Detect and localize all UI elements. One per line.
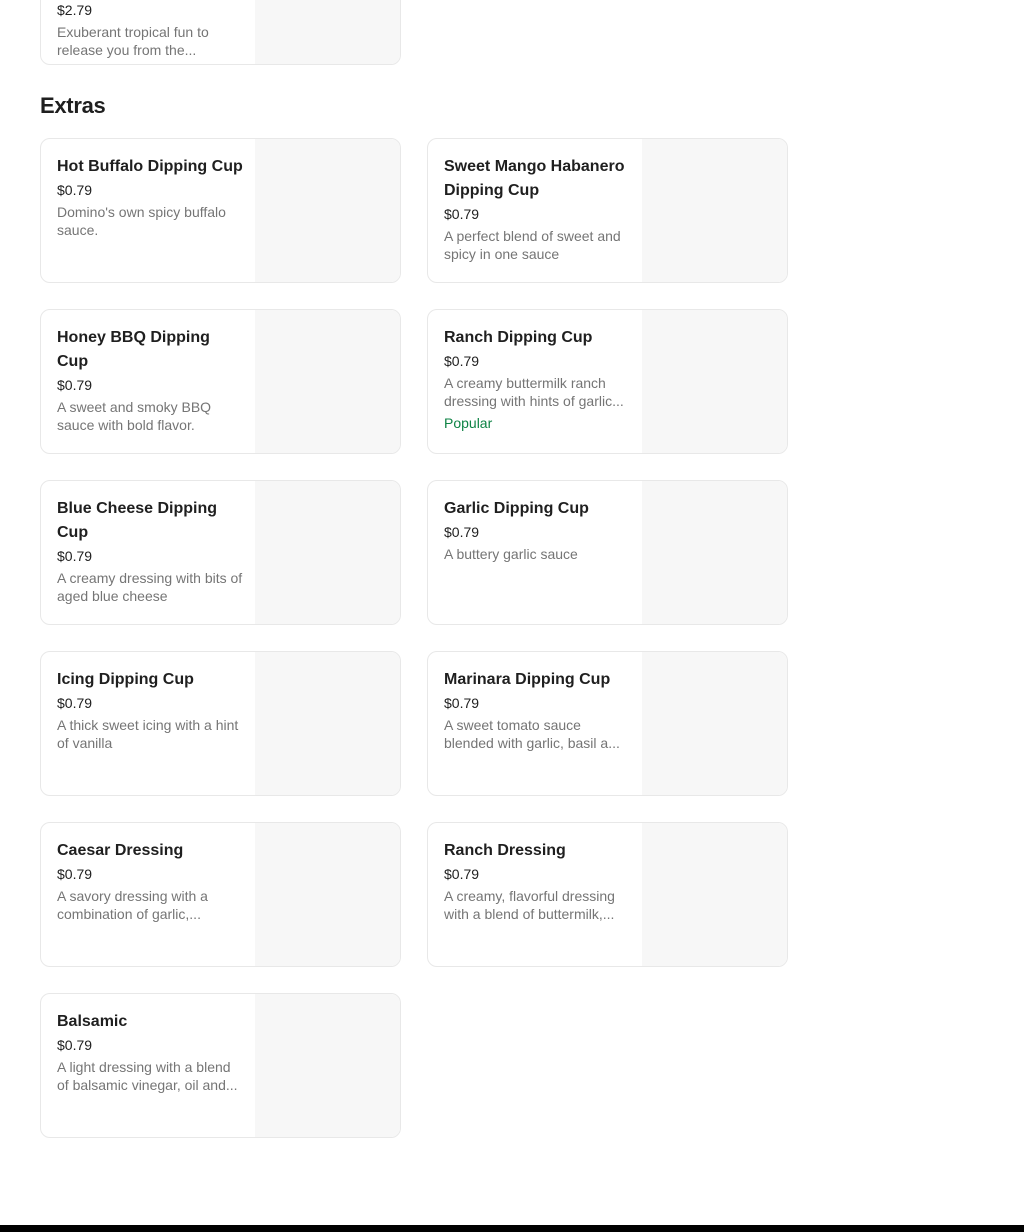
menu-item-price: $0.79 bbox=[57, 695, 93, 711]
menu-item-info: Balsamic $0.79 A light dressing with a b… bbox=[57, 1010, 243, 1094]
menu-item-price: $0.79 bbox=[57, 548, 93, 564]
menu-item-card[interactable]: Ranch Dressing $0.79 A creamy, flavorful… bbox=[427, 822, 788, 967]
menu-item-image bbox=[255, 481, 400, 624]
menu-item-price: $2.79 bbox=[57, 2, 93, 18]
menu-item-price: $0.79 bbox=[444, 695, 480, 711]
menu-item-name: Hot Buffalo Dipping Cup bbox=[57, 158, 243, 175]
menu-item-card[interactable]: Icing Dipping Cup $0.79 A thick sweet ic… bbox=[40, 651, 401, 796]
menu-item-image bbox=[255, 652, 400, 795]
section-title-extras: Extras bbox=[40, 93, 106, 118]
menu-item-card[interactable]: Blue Cheese Dipping Cup $0.79 A creamy d… bbox=[40, 480, 401, 625]
menu-item-info: Ranch Dressing $0.79 A creamy, flavorful… bbox=[444, 839, 630, 923]
menu-item-info: Hot Buffalo Dipping Cup $0.79 Domino's o… bbox=[57, 155, 243, 239]
menu-item-name: Marinara Dipping Cup bbox=[444, 671, 611, 688]
menu-item-description: Exuberant tropical fun to release you fr… bbox=[57, 24, 209, 58]
menu-item-price: $0.79 bbox=[57, 377, 93, 393]
menu-item-card[interactable]: Garlic Dipping Cup $0.79 A buttery garli… bbox=[427, 480, 788, 625]
menu-item-card[interactable]: Balsamic $0.79 A light dressing with a b… bbox=[40, 993, 401, 1138]
menu-item-price: $0.79 bbox=[57, 182, 93, 198]
menu-item-name: Ranch Dipping Cup bbox=[444, 329, 593, 346]
menu-item-name: Sweet Mango Habanero Dipping Cup bbox=[444, 158, 625, 199]
menu-item-name: Garlic Dipping Cup bbox=[444, 500, 589, 517]
menu-item-card[interactable]: $2.79 Exuberant tropical fun to release … bbox=[40, 0, 401, 65]
menu-item-description: A thick sweet icing with a hint of vanil… bbox=[57, 717, 239, 751]
menu-item-description: A creamy dressing with bits of aged blue… bbox=[57, 570, 243, 604]
menu-item-name: Honey BBQ Dipping Cup bbox=[57, 329, 210, 370]
menu-item-price: $0.79 bbox=[444, 353, 480, 369]
menu-item-info: $2.79 Exuberant tropical fun to release … bbox=[57, 0, 243, 59]
menu-item-image bbox=[642, 823, 787, 966]
menu-item-image bbox=[642, 652, 787, 795]
menu-item-name: Balsamic bbox=[57, 1013, 128, 1030]
menu-item-info: Marinara Dipping Cup $0.79 A sweet tomat… bbox=[444, 668, 630, 752]
menu-item-info: Icing Dipping Cup $0.79 A thick sweet ic… bbox=[57, 668, 243, 752]
menu-item-info: Ranch Dipping Cup $0.79 A creamy butterm… bbox=[444, 326, 630, 432]
menu-item-price: $0.79 bbox=[444, 866, 480, 882]
menu-item-image bbox=[642, 310, 787, 453]
menu-item-info: Sweet Mango Habanero Dipping Cup $0.79 A… bbox=[444, 155, 630, 263]
menu-item-description: A creamy buttermilk ranch dressing with … bbox=[444, 375, 624, 409]
menu-item-card[interactable]: Hot Buffalo Dipping Cup $0.79 Domino's o… bbox=[40, 138, 401, 283]
menu-item-description: A sweet and smoky BBQ sauce with bold fl… bbox=[57, 399, 212, 433]
menu-item-card[interactable]: Marinara Dipping Cup $0.79 A sweet tomat… bbox=[427, 651, 788, 796]
menu-item-info: Garlic Dipping Cup $0.79 A buttery garli… bbox=[444, 497, 630, 563]
menu-item-name: Caesar Dressing bbox=[57, 842, 184, 859]
menu-item-price: $0.79 bbox=[57, 866, 93, 882]
menu-item-info: Caesar Dressing $0.79 A savory dressing … bbox=[57, 839, 243, 923]
popular-badge: Popular bbox=[444, 415, 493, 431]
menu-item-name: Ranch Dressing bbox=[444, 842, 566, 859]
menu-item-card[interactable]: Honey BBQ Dipping Cup $0.79 A sweet and … bbox=[40, 309, 401, 454]
menu-item-name: Icing Dipping Cup bbox=[57, 671, 194, 688]
menu-item-description: A light dressing with a blend of balsami… bbox=[57, 1059, 238, 1093]
menu-item-image bbox=[642, 139, 787, 282]
menu-item-image bbox=[255, 823, 400, 966]
menu-item-card[interactable]: Caesar Dressing $0.79 A savory dressing … bbox=[40, 822, 401, 967]
menu-item-image bbox=[255, 139, 400, 282]
menu-item-info: Honey BBQ Dipping Cup $0.79 A sweet and … bbox=[57, 326, 243, 434]
menu-item-price: $0.79 bbox=[444, 206, 480, 222]
menu-item-description: A sweet tomato sauce blended with garlic… bbox=[444, 717, 620, 751]
menu-item-card[interactable]: Ranch Dipping Cup $0.79 A creamy butterm… bbox=[427, 309, 788, 454]
menu-item-info: Blue Cheese Dipping Cup $0.79 A creamy d… bbox=[57, 497, 243, 605]
menu-item-name: Blue Cheese Dipping Cup bbox=[57, 500, 218, 541]
menu-item-image bbox=[255, 994, 400, 1137]
menu-item-description: A creamy, flavorful dressing with a blen… bbox=[444, 888, 615, 922]
footer-bar bbox=[0, 1225, 1024, 1232]
menu-item-image bbox=[642, 481, 787, 624]
menu-item-image bbox=[255, 310, 400, 453]
menu-item-description: A savory dressing with a combination of … bbox=[57, 888, 208, 922]
menu-item-price: $0.79 bbox=[444, 524, 480, 540]
menu-item-description: Domino's own spicy buffalo sauce. bbox=[57, 204, 226, 238]
menu-item-description: A buttery garlic sauce bbox=[444, 546, 578, 562]
menu-item-card[interactable]: Sweet Mango Habanero Dipping Cup $0.79 A… bbox=[427, 138, 788, 283]
menu-item-description: A perfect blend of sweet and spicy in on… bbox=[444, 228, 621, 262]
menu-item-image bbox=[255, 0, 400, 64]
menu-item-price: $0.79 bbox=[57, 1037, 93, 1053]
